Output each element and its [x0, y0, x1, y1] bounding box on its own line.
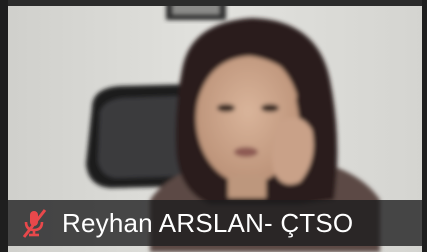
tile-border-right [422, 0, 427, 252]
participant-name: Reyhan ARSLAN- ÇTSO [62, 208, 354, 238]
participant-name-bar: Reyhan ARSLAN- ÇTSO [8, 200, 422, 246]
participant-video-tile[interactable]: Reyhan ARSLAN- ÇTSO [0, 0, 427, 252]
tile-border-top [0, 0, 427, 6]
tile-border-left [0, 0, 8, 252]
muted-microphone-icon[interactable] [16, 205, 52, 241]
